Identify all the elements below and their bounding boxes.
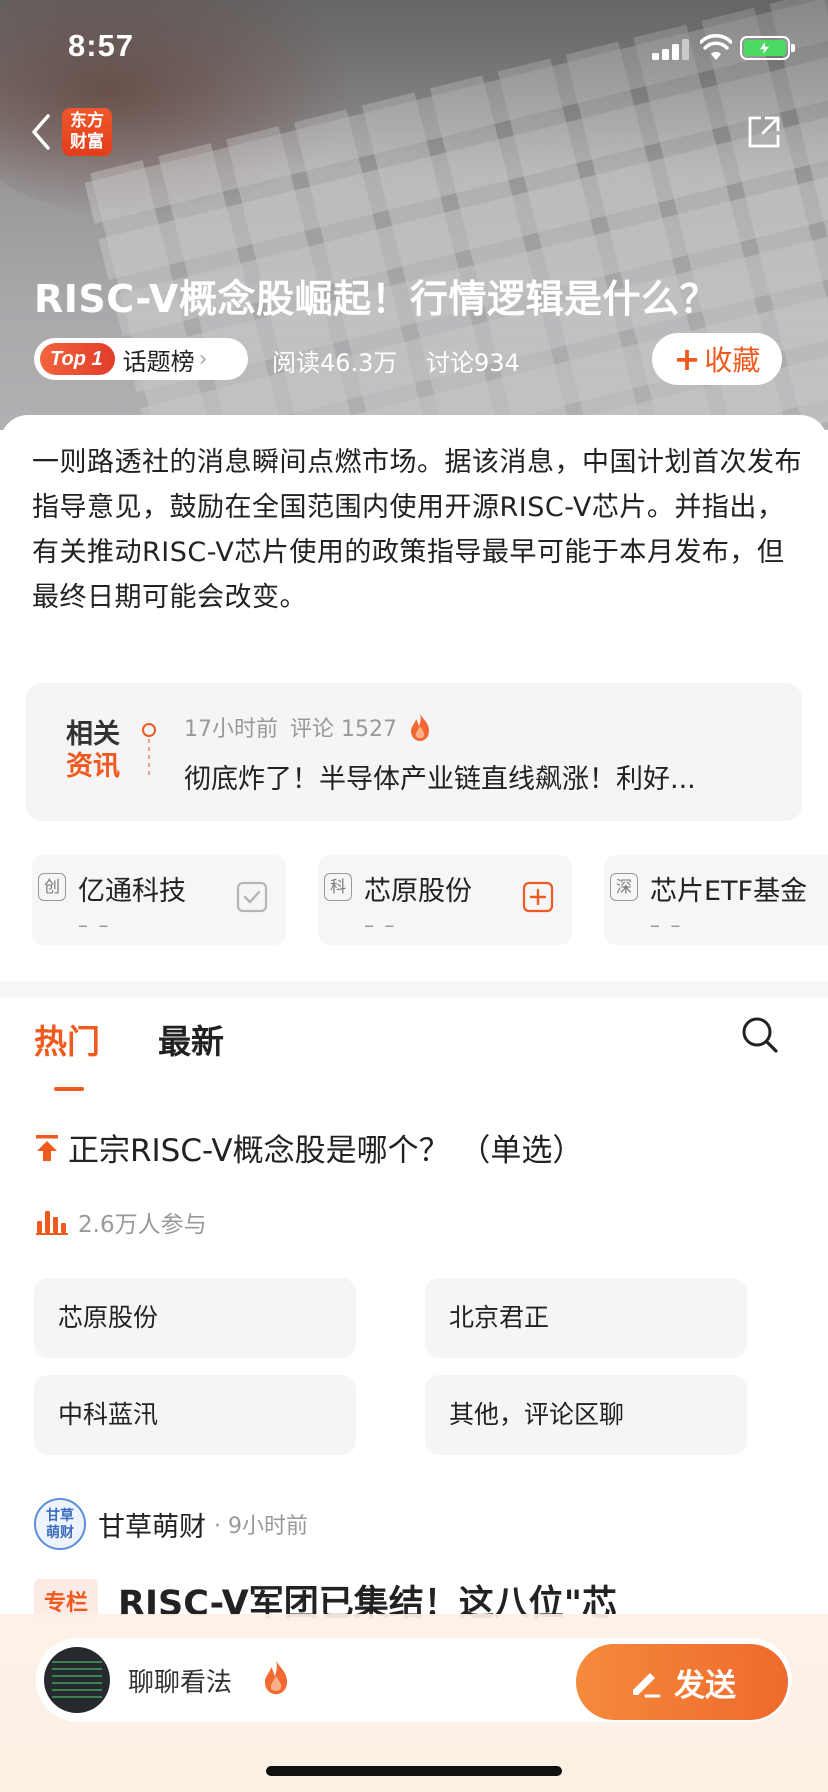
related-news-tag-line2: 资讯 bbox=[66, 751, 120, 782]
stock-name: 芯原股份 bbox=[364, 876, 472, 907]
check-icon[interactable] bbox=[236, 881, 268, 913]
related-news-tag: 相关 资讯 bbox=[66, 719, 120, 783]
tab-hot[interactable]: 热门 bbox=[34, 1015, 100, 1063]
timeline-dash bbox=[148, 739, 150, 775]
rank-label: 话题榜 bbox=[122, 347, 195, 376]
post-time: · 9小时前 bbox=[214, 1514, 308, 1539]
fire-icon bbox=[264, 1659, 288, 1695]
status-time: 8:57 bbox=[68, 28, 135, 63]
poll-option[interactable]: 中科蓝汛 bbox=[34, 1375, 356, 1455]
read-count: 阅读46.3万 bbox=[272, 349, 398, 377]
poll-participants: 2.6万人参与 bbox=[36, 1205, 207, 1239]
author-avatar-text: 甘草萌财 bbox=[46, 1508, 74, 1541]
app-logo-text: 东方财富 bbox=[70, 111, 104, 152]
battery-icon bbox=[740, 36, 795, 60]
related-news-meta: 17小时前 评论 1527 bbox=[184, 711, 433, 743]
chevron-right-icon: › bbox=[198, 346, 208, 372]
stock-name: 芯片ETF基金 bbox=[650, 876, 808, 907]
stock-price: – – bbox=[650, 913, 683, 937]
stock-card[interactable]: 深 芯片ETF基金 – – bbox=[604, 855, 828, 945]
section-divider bbox=[0, 981, 828, 997]
market-badge: 科 bbox=[324, 873, 352, 901]
related-news-card[interactable]: 相关 资讯 17小时前 评论 1527 彻底炸了！半导体产业链直线飙涨！利好..… bbox=[26, 683, 802, 821]
favorite-label: 收藏 bbox=[704, 344, 761, 377]
app-logo: 东方财富 bbox=[62, 108, 112, 156]
stock-card[interactable]: 创 亿通科技 – – bbox=[32, 855, 286, 945]
comment-placeholder: 聊聊看法 bbox=[128, 1668, 233, 1698]
market-badge: 深 bbox=[610, 873, 638, 901]
topic-rank-chip[interactable]: Top 1 话题榜 › bbox=[34, 338, 248, 380]
market-badge: 创 bbox=[38, 873, 66, 901]
stock-price: – – bbox=[78, 913, 111, 937]
active-tab-indicator bbox=[54, 1087, 84, 1091]
poll-option[interactable]: 其他，评论区聊 bbox=[425, 1375, 747, 1455]
back-icon[interactable] bbox=[26, 110, 56, 154]
author-name[interactable]: 甘草萌财 bbox=[98, 1505, 206, 1544]
related-news-headline: 彻底炸了！半导体产业链直线飙涨！利好... bbox=[184, 764, 696, 795]
poll-option[interactable]: 芯原股份 bbox=[34, 1278, 356, 1358]
bar-chart-icon bbox=[36, 1211, 68, 1235]
rank-badge: Top 1 bbox=[40, 343, 115, 375]
tab-latest[interactable]: 最新 bbox=[158, 1015, 224, 1063]
favorite-button[interactable]: + 收藏 bbox=[652, 333, 782, 385]
post-author[interactable]: 甘草萌财 甘草萌财 · 9小时前 bbox=[34, 1498, 308, 1550]
home-indicator bbox=[266, 1766, 562, 1776]
topic-description: 一则路透社的消息瞬间点燃市场。据该消息，中国计划首次发布指导意见，鼓励在全国范围… bbox=[32, 447, 802, 613]
topic-title: RISC-V概念股崛起！行情逻辑是什么？ bbox=[34, 277, 718, 321]
poll-participants-text: 2.6万人参与 bbox=[78, 1212, 207, 1238]
discussion-count: 讨论934 bbox=[426, 349, 520, 377]
poll-question: 正宗RISC-V概念股是哪个？ （单选） bbox=[34, 1125, 583, 1170]
topic-content: 一则路透社的消息瞬间点燃市场。据该消息，中国计划首次发布指导意见，鼓励在全国范围… bbox=[0, 415, 828, 1792]
stock-price: – – bbox=[364, 913, 397, 937]
share-icon[interactable] bbox=[746, 114, 782, 150]
poll-question-text: 正宗RISC-V概念股是哪个？ （单选） bbox=[68, 1133, 584, 1169]
pencil-icon bbox=[633, 1673, 661, 1698]
related-news-comments: 评论 1527 bbox=[290, 717, 397, 742]
send-label: 发送 bbox=[674, 1667, 736, 1704]
plus-icon: + bbox=[673, 340, 701, 378]
pin-top-icon bbox=[36, 1134, 58, 1161]
cellular-signal-icon bbox=[652, 38, 690, 60]
status-bar: 8:57 bbox=[0, 0, 828, 96]
topic-hero: 8:57 东方财富 RISC-V概念股崛起！行情逻辑是什么？ Top 1 话题榜… bbox=[0, 0, 828, 430]
stock-card[interactable]: 科 芯原股份 – – bbox=[318, 855, 572, 945]
timeline-dot bbox=[142, 723, 156, 737]
user-avatar[interactable] bbox=[44, 1647, 110, 1713]
stock-name: 亿通科技 bbox=[78, 876, 186, 907]
author-avatar[interactable]: 甘草萌财 bbox=[34, 1498, 86, 1550]
fire-icon bbox=[410, 713, 429, 741]
related-news-tag-line1: 相关 bbox=[66, 719, 120, 750]
poll-option[interactable]: 北京君正 bbox=[425, 1278, 747, 1358]
add-icon[interactable] bbox=[522, 881, 554, 913]
send-button[interactable]: 发送 bbox=[576, 1644, 788, 1720]
wifi-icon bbox=[700, 34, 732, 60]
related-news-time: 17小时前 bbox=[184, 717, 278, 742]
search-icon[interactable] bbox=[740, 1015, 780, 1055]
